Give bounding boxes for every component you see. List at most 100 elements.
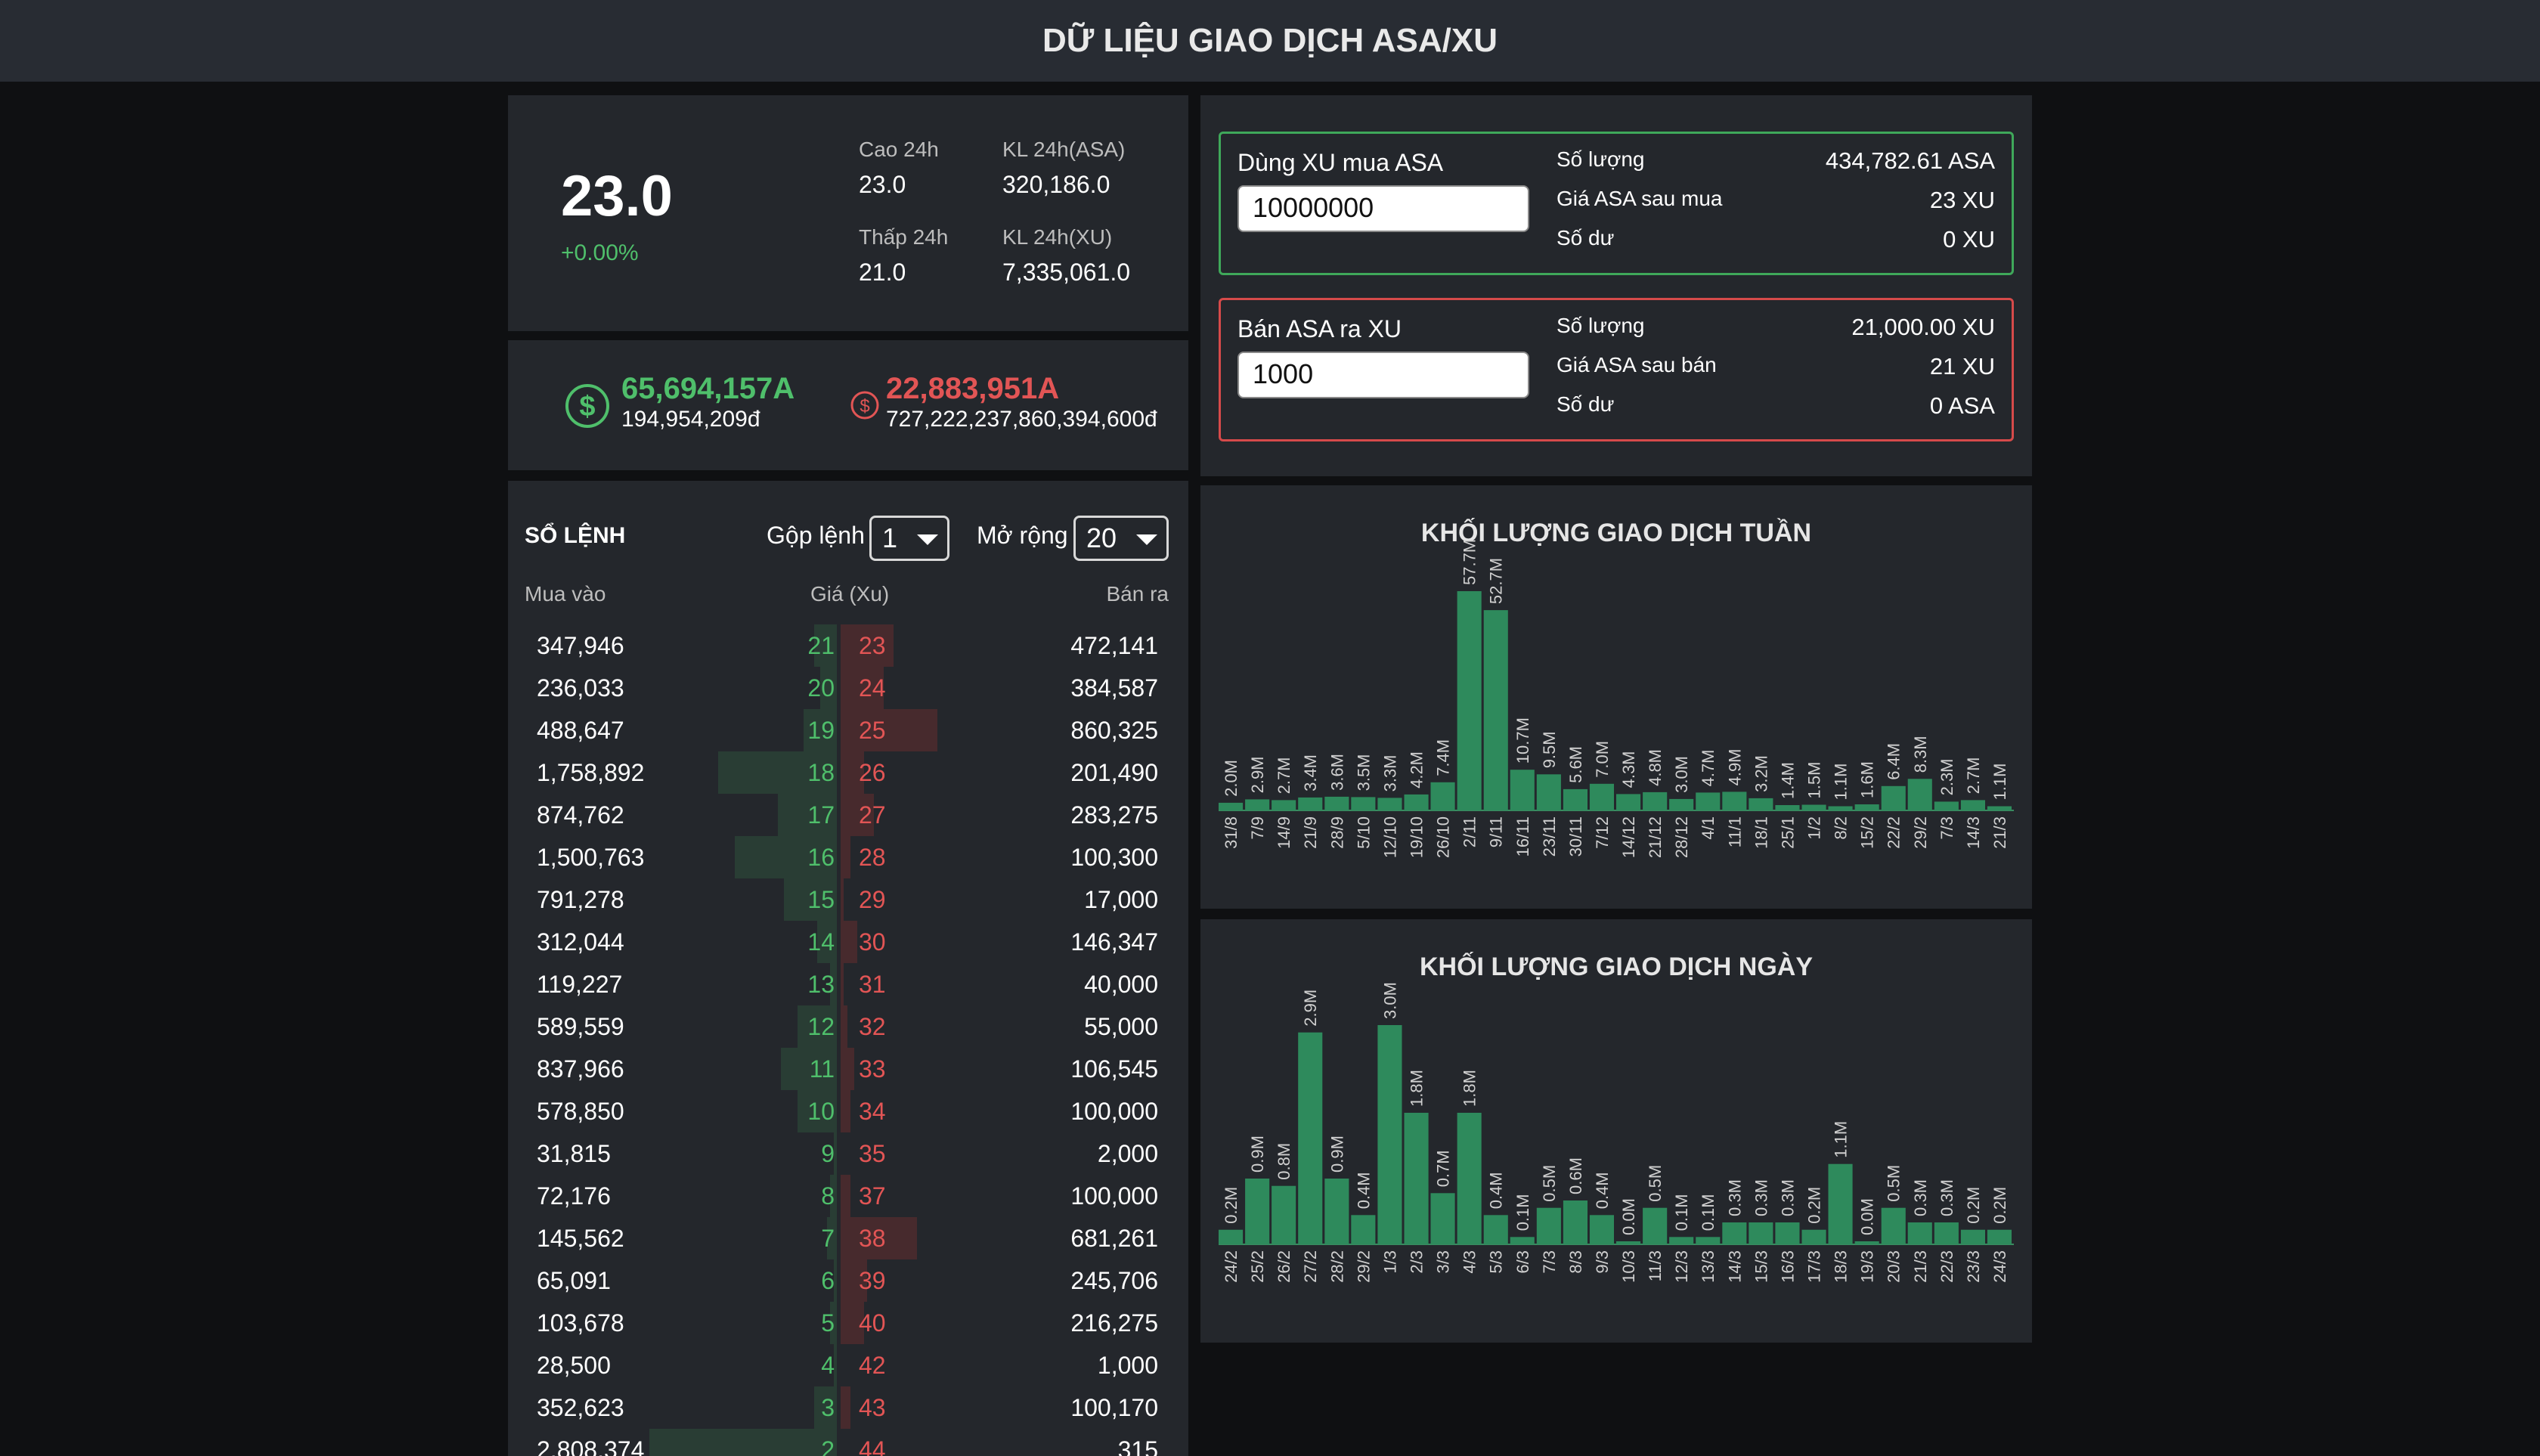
volume-bar[interactable] [1696,1237,1721,1244]
bar-value-label: 3.5M [1354,754,1373,791]
volume-bar[interactable] [1298,1032,1323,1244]
volume-bar[interactable] [1881,1207,1906,1244]
volume-bar[interactable] [1907,1222,1932,1244]
x-tick-label: 20/3 [1885,1250,1903,1283]
orderbook-row[interactable]: 119,227 13 31 40,000 [508,963,1188,1005]
orderbook-row[interactable]: 578,850 10 34 100,000 [508,1090,1188,1132]
volume-bar[interactable] [1801,804,1826,811]
volume-bar[interactable] [1245,799,1270,810]
volume-bar[interactable] [1483,1215,1508,1244]
orderbook-row[interactable]: 31,815 9 35 2,000 [508,1132,1188,1175]
orderbook-row[interactable]: 837,966 11 33 106,545 [508,1048,1188,1090]
orderbook-row[interactable]: 791,278 15 29 17,000 [508,878,1188,921]
volume-bar[interactable] [1854,1241,1879,1244]
volume-bar[interactable] [1404,1113,1429,1244]
expand-select[interactable]: 20 [1073,516,1169,561]
volume-bar[interactable] [1589,783,1614,810]
volume-bar[interactable] [1510,770,1535,810]
bar-value-label: 4.3M [1619,751,1638,788]
bar-value-label: 0.2M [1990,1187,2009,1224]
volume-bar[interactable] [1960,1229,1985,1244]
volume-bar[interactable] [1536,774,1561,810]
volume-bar[interactable] [1324,1179,1349,1244]
volume-bar[interactable] [1987,1229,2012,1244]
volume-bar[interactable] [1616,1241,1641,1244]
ask-price: 35 [859,1140,886,1167]
volume-bar[interactable] [1510,1237,1535,1244]
bar-value-label: 1.5M [1805,762,1824,799]
orderbook-row[interactable]: 352,623 3 43 100,170 [508,1386,1188,1429]
x-tick-label: 1/3 [1380,1250,1399,1274]
x-tick-label: 27/2 [1301,1250,1320,1283]
volume-bar[interactable] [1377,798,1402,810]
orderbook-row[interactable]: 65,091 6 39 245,706 [508,1259,1188,1302]
volume-bar[interactable] [1801,1229,1826,1244]
volume-bar[interactable] [1404,794,1429,810]
bar-value-label: 4.7M [1699,749,1718,786]
volume-bar[interactable] [1881,785,1906,810]
volume-bar[interactable] [1749,798,1773,810]
buy-qty-value: 434,782.61 ASA [1825,147,1995,174]
volume-bar[interactable] [1722,1222,1747,1244]
volume-bar[interactable] [1351,1215,1376,1244]
green-supply-amount: 65,694,157A [621,372,795,405]
volume-bar[interactable] [1934,1222,1959,1244]
volume-bar[interactable] [1616,794,1641,810]
volume-bar[interactable] [1828,1163,1853,1244]
orderbook-row[interactable]: 312,044 14 30 146,347 [508,921,1188,963]
volume-bar[interactable] [1643,792,1668,810]
volume-bar[interactable] [1536,1207,1561,1244]
volume-bar[interactable] [1245,1179,1270,1244]
volume-bar[interactable] [1828,806,1853,811]
orderbook-row[interactable]: 72,176 8 37 100,000 [508,1175,1188,1217]
volume-bar[interactable] [1907,779,1932,810]
orderbook-row[interactable]: 589,559 12 32 55,000 [508,1005,1188,1048]
bar-value-label: 1.1M [1832,764,1851,801]
volume-bar[interactable] [1669,1237,1694,1244]
volume-bar[interactable] [1272,1185,1296,1244]
volume-bar[interactable] [1219,802,1244,810]
volume-bar[interactable] [1960,800,1985,810]
orderbook-row[interactable]: 2,808,374 2 44 315 [508,1429,1188,1456]
buy-amount-input[interactable]: 10000000 [1237,185,1529,232]
volume-bar[interactable] [1483,610,1508,810]
orderbook-row[interactable]: 236,033 20 24 384,587 [508,667,1188,709]
volume-bar[interactable] [1219,1229,1244,1244]
orderbook-row[interactable]: 347,946 21 23 472,141 [508,624,1188,667]
volume-bar[interactable] [1722,792,1747,810]
volume-bar[interactable] [1589,1215,1614,1244]
volume-bar[interactable] [1749,1222,1773,1244]
volume-bar[interactable] [1563,1200,1588,1244]
orderbook-row[interactable]: 1,500,763 16 28 100,300 [508,836,1188,878]
volume-bar[interactable] [1563,788,1588,810]
volume-bar[interactable] [1298,797,1323,810]
volume-bar[interactable] [1854,804,1879,810]
volume-bar[interactable] [1643,1207,1668,1244]
bar-value-label: 0.2M [1222,1187,1241,1224]
volume-bar[interactable] [1430,782,1455,810]
sell-balance-value: 0 ASA [1929,392,1995,419]
orderbook-row[interactable]: 28,500 4 42 1,000 [508,1344,1188,1386]
sell-depth-bar [841,963,844,1005]
volume-bar[interactable] [1324,796,1349,810]
sell-amount-input[interactable]: 1000 [1237,352,1529,398]
volume-bar[interactable] [1775,1222,1800,1244]
volume-bar[interactable] [1775,805,1800,810]
volume-bar[interactable] [1351,797,1376,810]
volume-bar[interactable] [1430,1193,1455,1244]
x-tick-label: 24/2 [1222,1250,1241,1283]
orderbook-row[interactable]: 103,678 5 40 216,275 [508,1302,1188,1344]
volume-bar[interactable] [1377,1025,1402,1244]
orderbook-row[interactable]: 874,762 17 27 283,275 [508,794,1188,836]
orderbook-row[interactable]: 1,758,892 18 26 201,490 [508,751,1188,794]
orderbook-row[interactable]: 145,562 7 38 681,261 [508,1217,1188,1259]
orderbook-row[interactable]: 488,647 19 25 860,325 [508,709,1188,751]
volume-bar[interactable] [1669,798,1694,810]
volume-bar[interactable] [1272,800,1296,810]
volume-bar[interactable] [1934,801,1959,810]
volume-bar[interactable] [1457,591,1482,810]
volume-bar[interactable] [1457,1113,1482,1244]
volume-bar[interactable] [1696,792,1721,810]
volume-bar[interactable] [1987,806,2012,811]
group-orders-select[interactable]: 1 [869,516,949,561]
